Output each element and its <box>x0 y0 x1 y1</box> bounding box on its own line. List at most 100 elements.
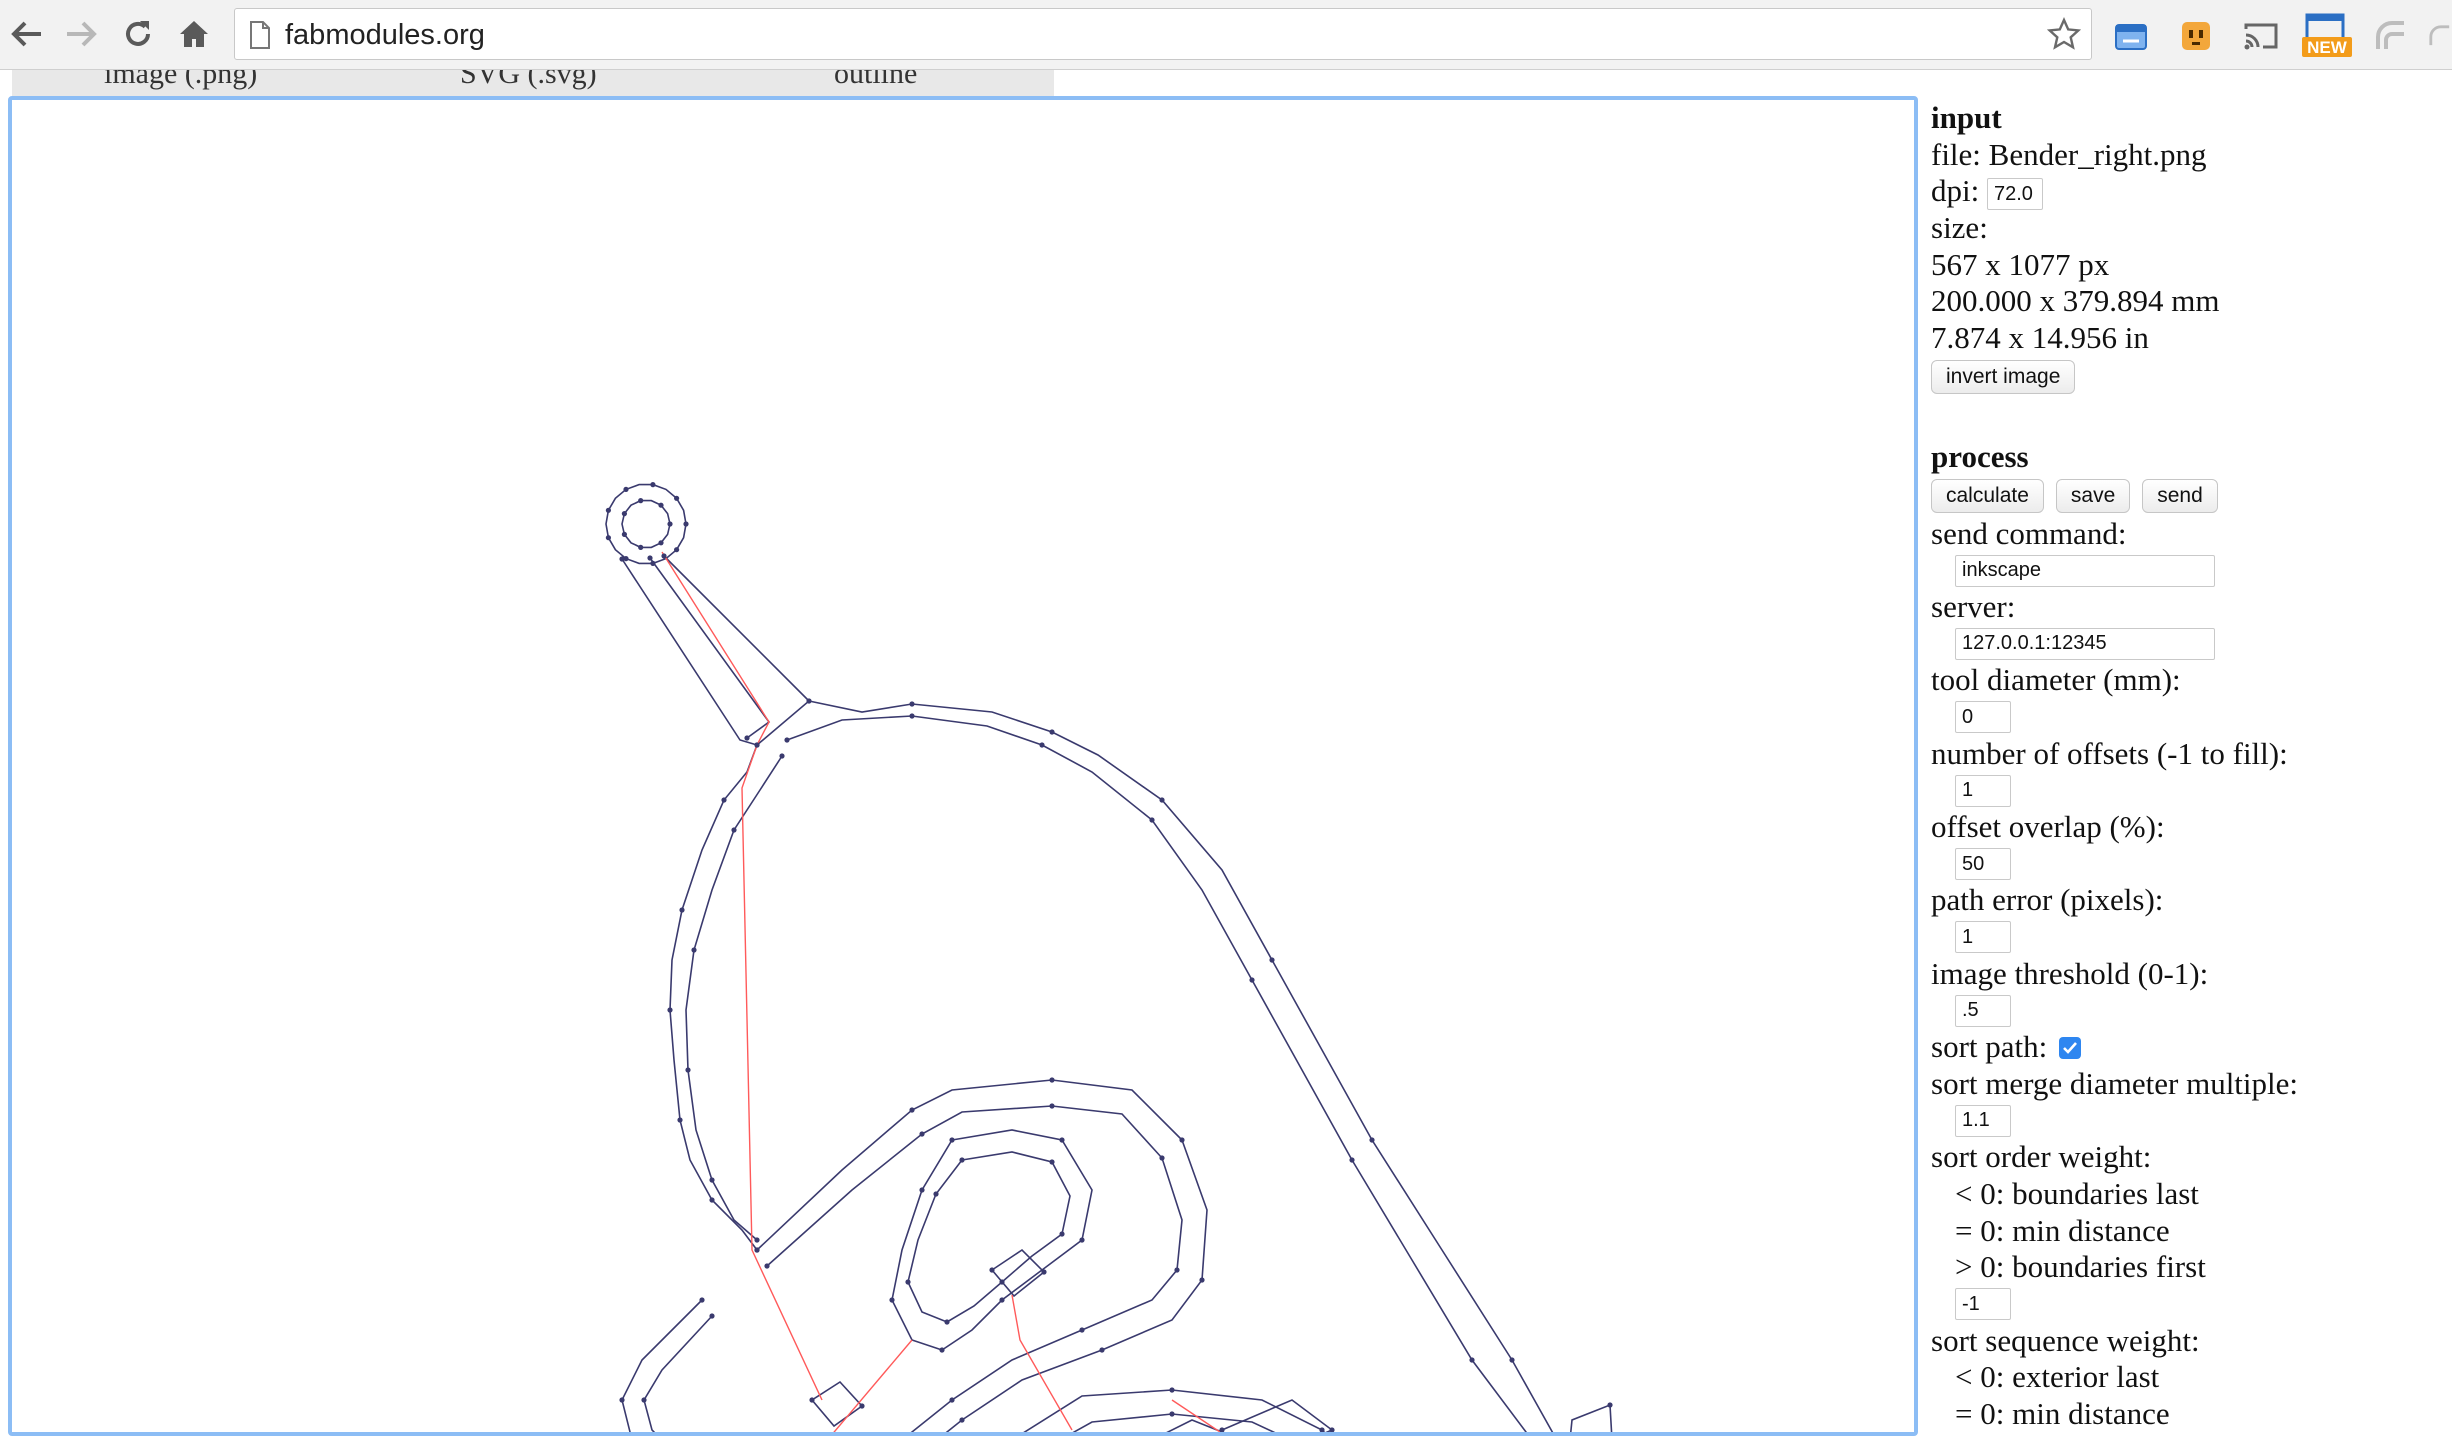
send-command-input[interactable] <box>1955 554 2215 587</box>
order-weight-input[interactable] <box>1955 1288 2011 1321</box>
extension-calendar-icon[interactable] <box>2110 15 2152 57</box>
path-vertex <box>619 1397 625 1403</box>
overlap-input[interactable] <box>1955 848 2011 881</box>
head-dome-left-outer <box>669 744 758 1251</box>
extension-partial-icon[interactable] <box>2428 15 2452 57</box>
mouth-inner <box>1072 1413 1276 1432</box>
check-icon <box>2063 1042 2078 1054</box>
path-vertex <box>1219 1427 1225 1432</box>
menu-item-svg[interactable]: SVG (.svg) <box>460 70 597 91</box>
path-vertex <box>1269 957 1275 963</box>
path-error-input[interactable] <box>1955 921 2011 954</box>
send-button[interactable]: send <box>2142 478 2218 513</box>
path-vertex <box>1041 1269 1047 1275</box>
path-vertex <box>667 521 673 527</box>
path-vertex <box>1049 729 1055 735</box>
calculate-button[interactable]: calculate <box>1931 478 2044 513</box>
order-weight-line-3: > 0: boundaries first <box>1955 1249 2206 1285</box>
path-error-label: path error (pixels): <box>1931 882 2164 918</box>
server-input[interactable] <box>1955 627 2215 660</box>
reload-icon[interactable] <box>118 14 158 54</box>
sort-path-checkbox[interactable] <box>2059 1037 2082 1060</box>
threshold-input[interactable] <box>1955 994 2011 1027</box>
send-command-label: send command: <box>1931 515 2127 551</box>
mouth-grill-b <box>1221 1399 1334 1432</box>
path-vertex <box>638 498 644 504</box>
antenna-ball-outer <box>605 483 687 565</box>
merge-input[interactable] <box>1955 1104 2011 1137</box>
back-arrow-icon[interactable] <box>6 14 46 54</box>
antenna-stem-inner <box>649 557 771 739</box>
order-weight-line-2: = 0: min distance <box>1955 1212 2170 1248</box>
extension-arc-icon[interactable] <box>2370 15 2412 57</box>
size-px: 567 x 1077 px <box>1931 246 2110 282</box>
forward-arrow-icon[interactable] <box>62 14 102 54</box>
path-vertex <box>949 1137 955 1143</box>
antenna-stem-outer <box>621 555 811 746</box>
path-vertex <box>1169 1411 1175 1417</box>
threshold-label: image threshold (0-1): <box>1931 955 2209 991</box>
cast-icon[interactable] <box>2240 15 2282 57</box>
home-icon[interactable] <box>174 14 214 54</box>
path-vertex <box>685 1067 691 1073</box>
pupil-right <box>990 1248 1046 1298</box>
path-vertex <box>754 742 760 748</box>
path-vertex <box>909 701 915 707</box>
path-vertex <box>650 482 656 488</box>
svg-text:NEW: NEW <box>2307 38 2348 57</box>
path-vertices <box>605 482 1613 1432</box>
path-vertex <box>1199 1277 1205 1283</box>
address-bar[interactable]: fabmodules.org <box>234 8 2092 60</box>
offsets-label: number of offsets (-1 to fill): <box>1931 735 2288 771</box>
extension-face-icon[interactable] <box>2175 15 2217 57</box>
offsets-input[interactable] <box>1955 774 2011 807</box>
process-heading: process <box>1931 438 2029 474</box>
path-vertex <box>1079 1327 1085 1333</box>
path-vertex <box>667 1007 673 1013</box>
path-vertex <box>621 511 628 517</box>
path-vertex <box>1349 1157 1355 1163</box>
tool-diameter-input[interactable] <box>1955 701 2011 734</box>
server-label: server: <box>1931 588 2016 624</box>
path-vertex <box>1049 1077 1055 1083</box>
invert-image-button[interactable]: invert image <box>1931 359 2076 394</box>
sort-path-label: sort path: <box>1931 1029 2048 1065</box>
toolpath-canvas[interactable] <box>8 96 1918 1436</box>
size-label: size: <box>1931 210 1988 246</box>
control-panel: input file: Bender_right.png dpi: size: … <box>1931 100 2441 1433</box>
mouth-outer <box>1023 1389 1326 1432</box>
path-vertex <box>949 1397 955 1403</box>
path-vertex <box>650 560 656 566</box>
path-vertex <box>779 753 785 759</box>
sequence-weight-label: sort sequence weight: <box>1931 1322 2200 1358</box>
path-vertex <box>754 1237 760 1243</box>
path-vertex <box>909 1107 915 1113</box>
path-vertex <box>721 797 727 803</box>
extension-new-icon[interactable]: NEW <box>2300 13 2354 57</box>
path-vertex <box>919 1187 925 1193</box>
visor-inner <box>643 1105 1183 1432</box>
path-vertex <box>661 553 667 559</box>
head-dome-right <box>808 700 1554 1432</box>
path-vertex <box>806 698 812 704</box>
path-vertex <box>889 1297 895 1303</box>
pupil-left <box>810 1380 864 1428</box>
path-vertex <box>809 1397 815 1403</box>
path-vertex <box>1159 797 1165 803</box>
path-vertex <box>1099 1347 1105 1353</box>
neck-notch <box>1569 1403 1613 1432</box>
page-icon <box>249 21 271 54</box>
url-text[interactable]: fabmodules.org <box>285 19 485 51</box>
merge-label: sort merge diameter multiple: <box>1931 1065 2299 1101</box>
dpi-input[interactable] <box>1986 178 2043 211</box>
order-weight-line-1: < 0: boundaries last <box>1955 1175 2199 1211</box>
browser-toolbar: fabmodules.org NEW <box>0 0 2452 70</box>
menu-item-outline[interactable]: outline <box>834 70 917 91</box>
save-button[interactable]: save <box>2055 478 2131 513</box>
path-vertex <box>1469 1357 1475 1363</box>
star-icon[interactable] <box>2046 17 2082 56</box>
path-vertex <box>1159 1155 1165 1161</box>
menu-item-image-png[interactable]: image (.png) <box>104 70 257 91</box>
path-vertex <box>638 544 644 550</box>
path-vertex <box>999 1279 1005 1285</box>
